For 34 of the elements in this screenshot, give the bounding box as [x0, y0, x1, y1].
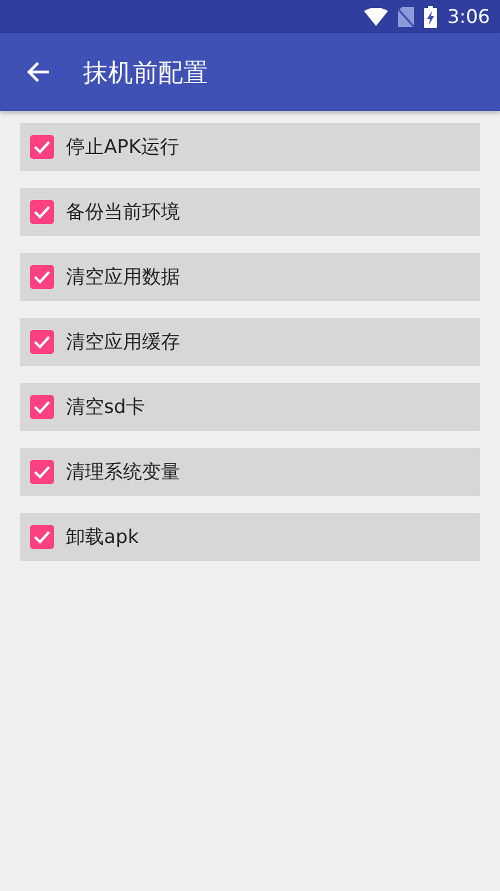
checkmark-icon [33, 335, 51, 349]
checkmark-icon [33, 530, 51, 544]
checkbox[interactable] [30, 525, 54, 549]
battery-charging-icon [424, 6, 438, 28]
option-row[interactable]: 卸载apk [20, 513, 480, 561]
no-sim-icon [398, 6, 414, 26]
option-label: 清空应用缓存 [66, 330, 180, 355]
checkmark-icon [33, 140, 51, 154]
option-label: 卸载apk [66, 525, 139, 550]
screen-title: 抹机前配置 [83, 56, 208, 88]
status-time: 3:06 [447, 6, 490, 28]
checkbox[interactable] [30, 135, 54, 159]
checkbox[interactable] [30, 265, 54, 289]
option-row[interactable]: 清空sd卡 [20, 383, 480, 431]
checkbox[interactable] [30, 395, 54, 419]
option-row[interactable]: 备份当前环境 [20, 188, 480, 236]
checkmark-icon [33, 465, 51, 479]
option-row[interactable]: 清空应用数据 [20, 253, 480, 301]
back-arrow-icon[interactable] [25, 60, 51, 84]
checkbox[interactable] [30, 200, 54, 224]
checkmark-icon [33, 400, 51, 414]
checkbox[interactable] [30, 330, 54, 354]
option-label: 清空应用数据 [66, 265, 180, 290]
option-row[interactable]: 停止APK运行 [20, 123, 480, 171]
option-row[interactable]: 清空应用缓存 [20, 318, 480, 366]
wifi-icon [364, 8, 388, 26]
checkmark-icon [33, 270, 51, 284]
option-label: 清空sd卡 [66, 395, 145, 420]
option-row[interactable]: 清理系统变量 [20, 448, 480, 496]
checkbox[interactable] [30, 460, 54, 484]
option-label: 备份当前环境 [66, 200, 180, 225]
checkmark-icon [33, 205, 51, 219]
option-label: 清理系统变量 [66, 460, 180, 485]
option-label: 停止APK运行 [66, 135, 179, 160]
